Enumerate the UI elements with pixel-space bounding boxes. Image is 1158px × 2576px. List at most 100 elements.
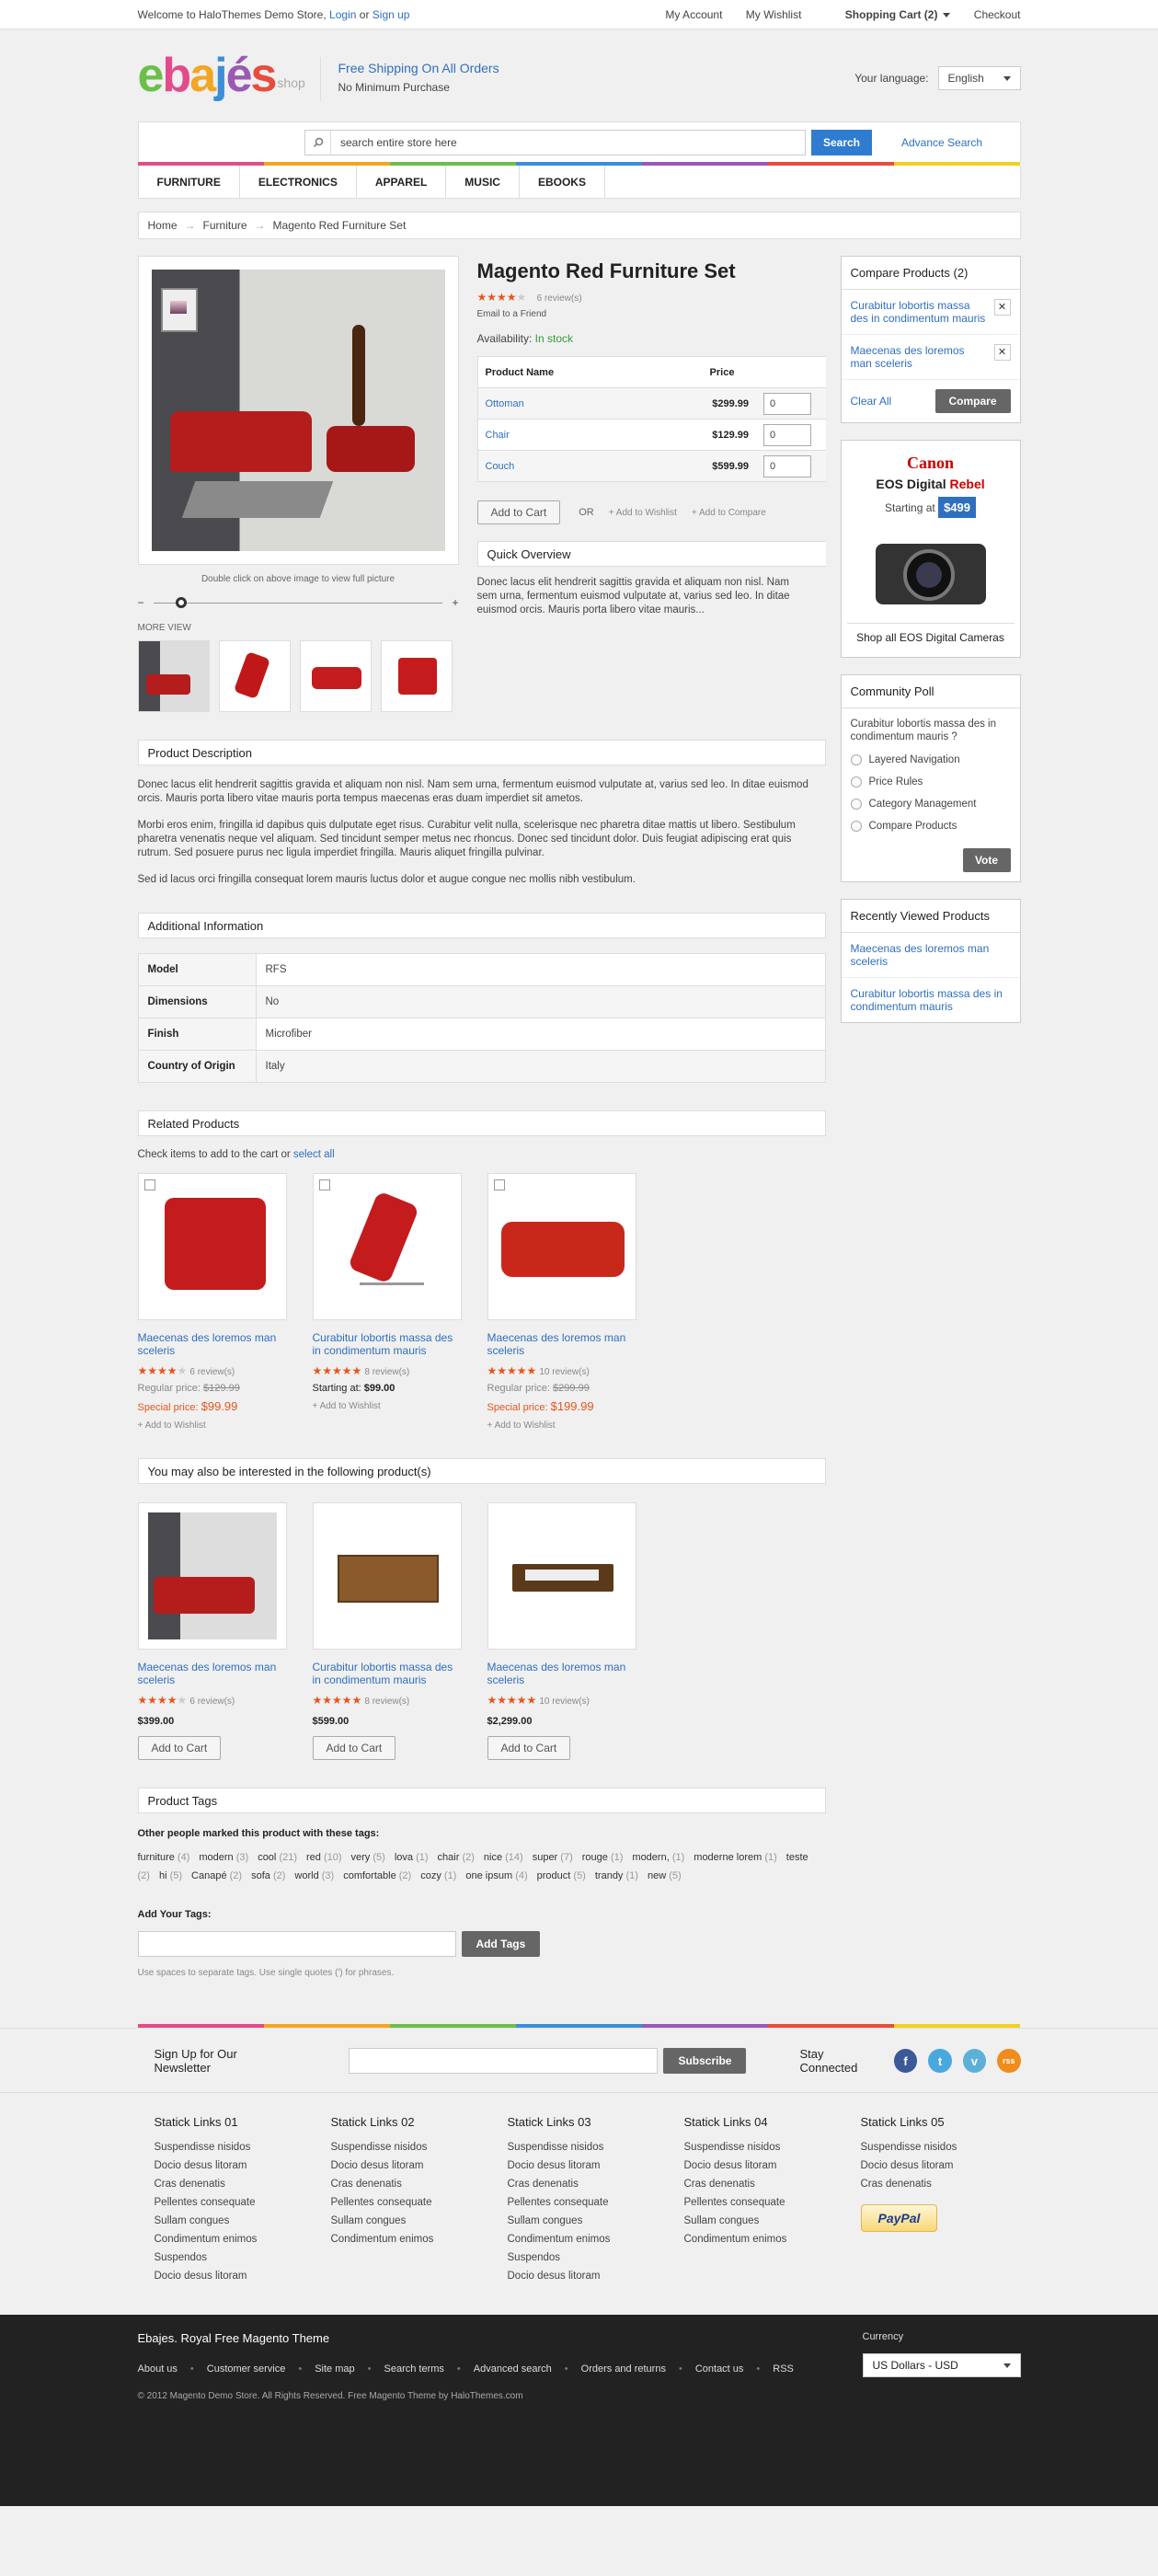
tag-link[interactable]: modern (3) (199, 1852, 248, 1863)
recent-item-link[interactable]: Maecenas des loremos man sceleris (851, 942, 1011, 968)
subscribe-button[interactable]: Subscribe (663, 2048, 747, 2074)
tag-link[interactable]: very (5) (351, 1852, 385, 1863)
vote-button[interactable]: Vote (962, 848, 1011, 872)
related-checkbox[interactable] (143, 1179, 155, 1190)
tag-link[interactable]: moderne lorem (1) (694, 1852, 777, 1863)
recent-item-link[interactable]: Curabitur lobortis massa des in condimen… (851, 987, 1011, 1013)
footer-nav-link[interactable]: Orders and returns (581, 2363, 666, 2375)
thumbnail[interactable] (137, 640, 210, 712)
related-checkbox[interactable] (493, 1179, 505, 1190)
my-account-link[interactable]: My Account (665, 8, 722, 21)
tag-link[interactable]: nice (14) (484, 1852, 523, 1863)
tag-link[interactable]: cozy (1) (420, 1870, 456, 1881)
tag-link[interactable]: new (5) (648, 1870, 682, 1881)
product-name-link[interactable]: Curabitur lobortis massa des in condimen… (313, 1331, 453, 1357)
tag-link[interactable]: furniture (4) (138, 1852, 190, 1863)
tag-link[interactable]: modern, (1) (632, 1852, 684, 1863)
product-name-link[interactable]: Maecenas des loremos man sceleris (138, 1661, 277, 1686)
email-friend-link[interactable]: Email to a Friend (477, 309, 826, 319)
rss-icon[interactable]: rss (997, 2049, 1021, 2073)
nav-item-apparel[interactable]: APPAREL (357, 166, 447, 199)
poll-option[interactable]: Category Management (850, 799, 1011, 810)
zoom-out-icon[interactable]: − (138, 596, 144, 609)
zoom-slider[interactable]: − + (138, 596, 459, 609)
logo[interactable]: ebajés shop (138, 48, 305, 103)
breadcrumb-furniture[interactable]: Furniture (203, 219, 247, 232)
tag-link[interactable]: hi (5) (159, 1870, 182, 1881)
nav-item-furniture[interactable]: FURNITURE (139, 166, 240, 199)
shopping-cart-link[interactable]: Shopping Cart (2) (825, 8, 951, 21)
product-image[interactable] (312, 1502, 462, 1650)
add-to-cart-button[interactable]: Add to Cart (312, 1736, 396, 1760)
footer-nav-link[interactable]: RSS (773, 2363, 794, 2375)
add-to-cart-button[interactable]: Add to Cart (137, 1736, 222, 1760)
canon-ad[interactable]: Canon EOS Digital Rebel Starting at $499… (840, 440, 1021, 658)
product-image[interactable] (137, 1173, 287, 1320)
nav-item-electronics[interactable]: ELECTRONICS (240, 166, 357, 199)
footer-nav-link[interactable]: Advanced search (474, 2363, 552, 2375)
twitter-icon[interactable]: t (928, 2049, 952, 2073)
tag-input[interactable] (137, 1931, 456, 1957)
thumbnail[interactable] (299, 640, 372, 712)
login-link[interactable]: Login (329, 8, 356, 21)
add-to-compare-link[interactable]: + Add to Compare (692, 508, 766, 518)
product-name-link[interactable]: Maecenas des loremos man sceleris (487, 1331, 626, 1357)
thumbnail[interactable] (380, 640, 453, 712)
nav-item-music[interactable]: MUSIC (446, 166, 520, 199)
tag-link[interactable]: trandy (1) (595, 1870, 638, 1881)
checkout-link[interactable]: Checkout (974, 8, 1021, 21)
product-image[interactable] (137, 1502, 287, 1650)
footer-nav-link[interactable]: Customer service (207, 2363, 286, 2375)
facebook-icon[interactable]: f (893, 2049, 918, 2073)
qty-input[interactable]: 0 (763, 454, 811, 477)
footer-nav-link[interactable]: About us (138, 2363, 178, 2375)
select-all-link[interactable]: select all (293, 1149, 335, 1160)
tag-link[interactable]: one ipsum (4) (465, 1870, 527, 1881)
thumbnail[interactable] (218, 640, 291, 712)
add-tags-button[interactable]: Add Tags (461, 1931, 541, 1957)
tag-link[interactable]: comfortable (2) (343, 1870, 411, 1881)
tag-link[interactable]: chair (2) (438, 1852, 475, 1863)
add-to-wishlist-link[interactable]: + Add to Wishlist (138, 1420, 287, 1431)
product-name-link[interactable]: Maecenas des loremos man sceleris (138, 1331, 277, 1357)
tag-link[interactable]: world (3) (294, 1870, 334, 1881)
related-checkbox[interactable] (318, 1179, 330, 1190)
add-to-wishlist-link[interactable]: + Add to Wishlist (487, 1420, 636, 1431)
product-name-link[interactable]: Curabitur lobortis massa des in condimen… (313, 1661, 453, 1686)
tag-link[interactable]: cool (21) (258, 1852, 297, 1863)
product-image[interactable] (487, 1173, 636, 1320)
product-name-link[interactable]: Maecenas des loremos man sceleris (487, 1661, 626, 1686)
add-to-cart-button[interactable]: Add to Cart (476, 500, 561, 524)
qty-input[interactable]: 0 (763, 423, 811, 446)
vimeo-icon[interactable]: v (962, 2049, 987, 2073)
product-image[interactable] (312, 1173, 462, 1320)
tag-link[interactable]: red (10) (306, 1852, 342, 1863)
newsletter-email-input[interactable] (349, 2048, 659, 2074)
add-to-wishlist-link[interactable]: + Add to Wishlist (313, 1401, 462, 1411)
tag-link[interactable]: rouge (1) (582, 1852, 624, 1863)
poll-option[interactable]: Price Rules (850, 776, 1011, 788)
tag-link[interactable]: sofa (2) (251, 1870, 285, 1881)
product-image[interactable] (487, 1502, 636, 1650)
currency-select[interactable]: US Dollars - USD (862, 2353, 1021, 2377)
poll-option[interactable]: Compare Products (850, 821, 1011, 832)
compare-button[interactable]: Compare (934, 389, 1011, 413)
footer-nav-link[interactable]: Site map (315, 2363, 354, 2375)
search-button[interactable]: Search (811, 129, 872, 155)
poll-option[interactable]: Layered Navigation (850, 754, 1011, 765)
zoom-in-icon[interactable]: + (452, 596, 458, 609)
search-input[interactable]: search entire store here (304, 129, 806, 155)
clear-all-link[interactable]: Clear All (851, 395, 892, 408)
qty-input[interactable]: 0 (763, 392, 811, 415)
reviews-link[interactable]: 6 review(s) (537, 293, 582, 304)
tag-link[interactable]: product (5) (537, 1870, 586, 1881)
tag-link[interactable]: lova (1) (395, 1852, 429, 1863)
nav-item-ebooks[interactable]: EBOOKS (520, 166, 605, 199)
add-to-wishlist-link[interactable]: + Add to Wishlist (609, 508, 677, 518)
footer-nav-link[interactable]: Contact us (695, 2363, 744, 2375)
footer-nav-link[interactable]: Search terms (384, 2363, 444, 2375)
signup-link[interactable]: Sign up (373, 8, 410, 21)
breadcrumb-home[interactable]: Home (148, 219, 178, 232)
my-wishlist-link[interactable]: My Wishlist (746, 8, 802, 21)
language-select[interactable]: English (937, 66, 1021, 90)
